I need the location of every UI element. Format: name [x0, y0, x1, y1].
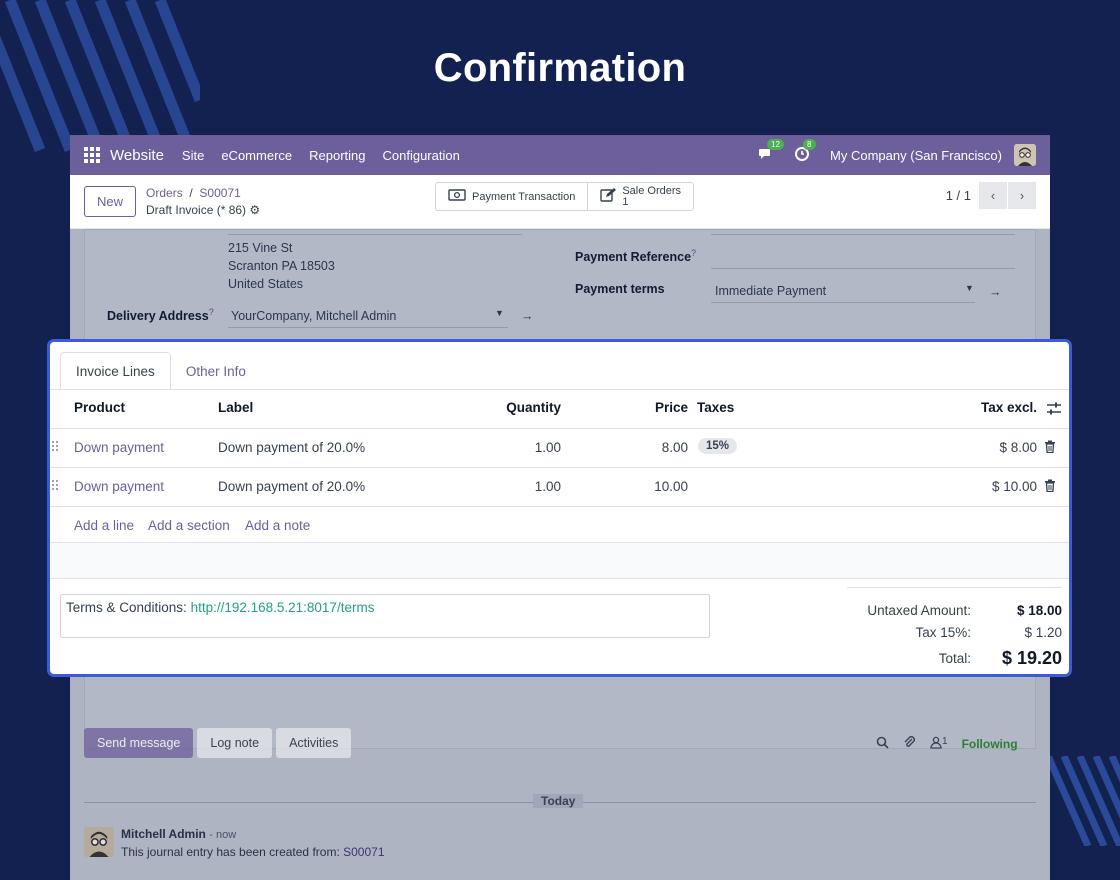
log-note-button[interactable]: Log note: [197, 728, 273, 758]
empty-row: [50, 542, 1069, 579]
menu-site[interactable]: Site: [182, 148, 204, 163]
add-section-link[interactable]: Add a section: [148, 518, 230, 533]
app-brand[interactable]: Website: [110, 147, 164, 164]
gear-icon[interactable]: ⚙: [249, 203, 260, 217]
tab-other-info[interactable]: Other Info: [171, 352, 261, 390]
line-price[interactable]: 8.00: [662, 440, 688, 455]
messages-badge: 12: [767, 139, 784, 150]
following-button[interactable]: Following: [962, 737, 1018, 751]
trash-icon[interactable]: [1044, 440, 1056, 454]
message-link[interactable]: S00071: [343, 845, 384, 859]
tax-label: Tax 15%:: [915, 625, 971, 640]
totals-block: Untaxed Amount: $ 18.00 Tax 15%: $ 1.20 …: [847, 587, 1062, 668]
terms-and-conditions-field[interactable]: Terms & Conditions: http://192.168.5.21:…: [60, 594, 710, 638]
breadcrumb-separator: /: [186, 185, 197, 200]
chatter-actions: Send message Log note Activities: [84, 728, 352, 758]
send-message-button[interactable]: Send message: [84, 728, 194, 758]
breadcrumb: Orders / S00071 Draft Invoice (* 86) ⚙: [146, 185, 260, 219]
chatter-tools: 1 Following: [876, 736, 1018, 752]
payment-transaction-button[interactable]: Payment Transaction: [436, 183, 587, 210]
total-value: $ 19.20: [1001, 648, 1062, 668]
line-product[interactable]: Down payment: [74, 479, 164, 494]
search-icon[interactable]: [876, 736, 889, 752]
paperclip-icon[interactable]: [903, 736, 916, 752]
new-button[interactable]: New: [84, 186, 137, 217]
company-switcher[interactable]: My Company (San Francisco): [830, 148, 1002, 163]
activities-badge: 8: [803, 139, 816, 150]
decorative-stripes-right: [1048, 756, 1120, 846]
activities-button[interactable]: Activities: [276, 728, 352, 758]
record-title: Draft Invoice (* 86): [146, 202, 247, 217]
smart-buttons: Payment Transaction Sale Orders 1: [435, 182, 695, 211]
date-separator: Today: [533, 794, 584, 808]
menu-reporting[interactable]: Reporting: [309, 148, 365, 163]
column-label[interactable]: Label: [218, 400, 253, 415]
followers-icon[interactable]: 1: [930, 736, 948, 752]
message-body: This journal entry has been created from…: [121, 845, 385, 859]
followers-count: 1: [942, 736, 948, 747]
message-author-avatar: [84, 827, 114, 857]
page-heading: Confirmation: [433, 46, 687, 90]
line-quantity[interactable]: 1.00: [535, 440, 561, 455]
tab-invoice-lines[interactable]: Invoice Lines: [60, 352, 171, 390]
breadcrumb-orders[interactable]: Orders: [146, 186, 183, 200]
table-row[interactable]: Down payment Down payment of 20.0% 1.00 …: [50, 467, 1069, 505]
table-row[interactable]: Down payment Down payment of 20.0% 1.00 …: [50, 428, 1069, 466]
message-time: - now: [209, 829, 237, 841]
column-product[interactable]: Product: [74, 400, 125, 415]
sale-orders-label: Sale Orders: [622, 184, 682, 197]
add-line-link[interactable]: Add a line: [74, 518, 134, 533]
untaxed-amount-label: Untaxed Amount:: [867, 603, 971, 618]
line-label[interactable]: Down payment of 20.0%: [218, 440, 365, 455]
column-taxes[interactable]: Taxes: [697, 400, 734, 415]
untaxed-amount-value: $ 18.00: [1016, 603, 1062, 618]
terms-label: Terms & Conditions:: [66, 600, 187, 615]
invoice-lines-card: Invoice Lines Other Info Product Label Q…: [47, 339, 1072, 677]
line-subtotal: $ 10.00: [991, 479, 1037, 494]
activities-clock-icon[interactable]: 8: [794, 139, 816, 164]
sale-orders-count: 1: [622, 195, 629, 208]
notebook-tabs: Invoice Lines Other Info: [60, 352, 261, 390]
message-author[interactable]: Mitchell Admin: [121, 827, 206, 841]
add-note-link[interactable]: Add a note: [245, 518, 310, 533]
message-text: This journal entry has been created from…: [121, 845, 340, 859]
payment-transaction-label: Payment Transaction: [472, 190, 576, 203]
message-header: Mitchell Admin - now: [121, 827, 236, 841]
menu-ecommerce[interactable]: eCommerce: [221, 148, 292, 163]
column-price[interactable]: Price: [655, 400, 688, 415]
breadcrumb-order[interactable]: S00071: [199, 186, 240, 200]
money-icon: [448, 189, 466, 204]
user-avatar[interactable]: [1014, 144, 1036, 166]
trash-icon[interactable]: [1044, 479, 1056, 493]
pager-prev-button[interactable]: ‹: [979, 182, 1007, 209]
line-quantity[interactable]: 1.00: [535, 479, 561, 494]
add-line-row: Add a line Add a section Add a note: [50, 506, 1069, 542]
top-navbar: Website Site eCommerce Reporting Configu…: [70, 135, 1050, 175]
apps-menu-icon[interactable]: [84, 147, 100, 163]
pager-value: 1 / 1: [945, 188, 971, 203]
optional-columns-icon[interactable]: [1047, 402, 1061, 420]
line-label[interactable]: Down payment of 20.0%: [218, 479, 365, 494]
drag-handle-icon[interactable]: [52, 441, 58, 455]
line-price[interactable]: 10.00: [654, 479, 688, 494]
drag-handle-icon[interactable]: [52, 480, 58, 494]
pager: 1 / 1 ‹ ›: [946, 182, 1036, 209]
total-label: Total:: [938, 651, 971, 666]
terms-link[interactable]: http://192.168.5.21:8017/terms: [191, 600, 375, 615]
edit-icon: [600, 187, 617, 206]
column-tax-excl[interactable]: Tax excl.: [981, 400, 1037, 415]
column-quantity[interactable]: Quantity: [506, 400, 561, 415]
pager-next-button[interactable]: ›: [1008, 182, 1036, 209]
tax-value: $ 1.20: [1024, 625, 1062, 640]
menu-configuration[interactable]: Configuration: [383, 148, 460, 163]
line-product[interactable]: Down payment: [74, 440, 164, 455]
sale-orders-button[interactable]: Sale Orders 1: [587, 183, 693, 210]
tab-divider: [50, 389, 1069, 390]
line-subtotal: $ 8.00: [999, 440, 1037, 455]
messages-icon[interactable]: 12: [758, 139, 784, 164]
tax-tag[interactable]: 15%: [698, 438, 738, 454]
